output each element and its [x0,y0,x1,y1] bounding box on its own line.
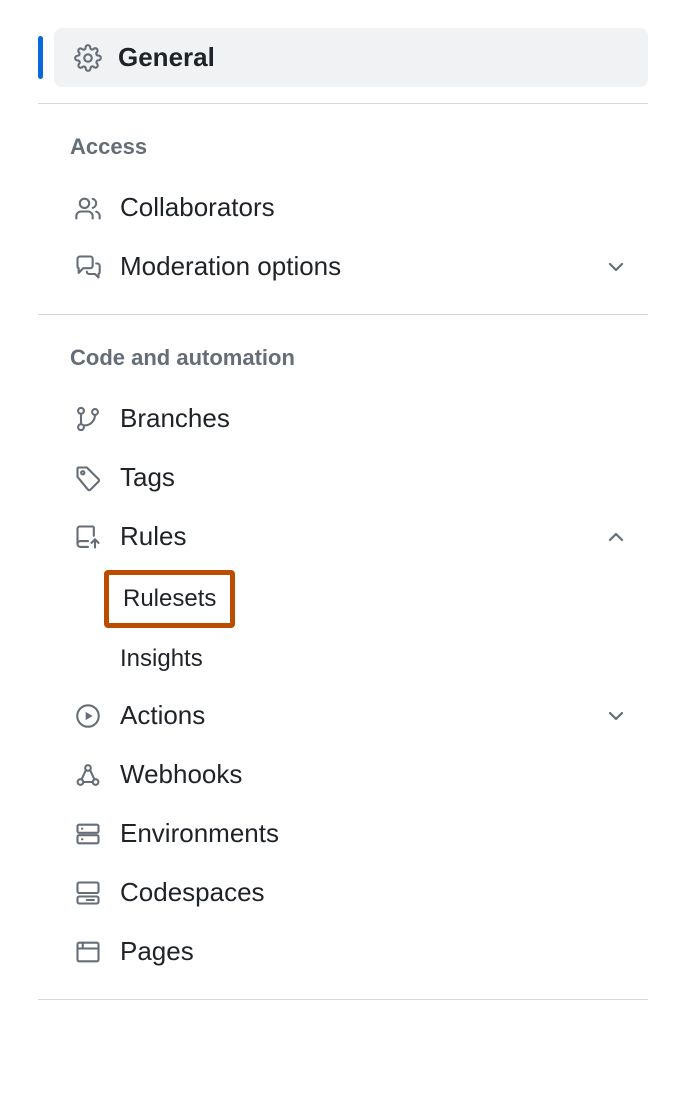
section-title-code: Code and automation [38,315,648,389]
sidebar-item-pages[interactable]: Pages [38,922,648,981]
rulesets-label: Rulesets [123,585,216,612]
people-icon [74,194,102,222]
sidebar-item-rules[interactable]: Rules [38,507,648,566]
tag-icon [74,464,102,492]
codespaces-label: Codespaces [120,877,628,908]
sidebar-item-actions[interactable]: Actions [38,686,648,745]
divider [38,999,648,1000]
gear-icon [74,44,102,72]
browser-icon [74,938,102,966]
chevron-up-icon [604,525,628,549]
actions-label: Actions [120,700,586,731]
rules-label: Rules [120,521,586,552]
server-icon [74,820,102,848]
branches-label: Branches [120,403,628,434]
sidebar-item-tags[interactable]: Tags [38,448,648,507]
sidebar-item-codespaces[interactable]: Codespaces [38,863,648,922]
tags-label: Tags [120,462,628,493]
repo-push-icon [74,523,102,551]
git-branch-icon [74,405,102,433]
sidebar-subitem-rulesets[interactable]: Rulesets [104,570,235,628]
sidebar-item-environments[interactable]: Environments [38,804,648,863]
environments-label: Environments [120,818,628,849]
active-indicator [38,36,43,79]
webhook-icon [74,761,102,789]
webhooks-label: Webhooks [120,759,628,790]
collaborators-label: Collaborators [120,192,628,223]
chevron-down-icon [604,255,628,279]
section-title-access: Access [38,104,648,178]
play-circle-icon [74,702,102,730]
sidebar-subitem-insights[interactable]: Insights [38,632,648,686]
comment-discussion-icon [74,253,102,281]
codespaces-icon [74,879,102,907]
sidebar-item-moderation[interactable]: Moderation options [38,237,648,296]
sidebar-item-webhooks[interactable]: Webhooks [38,745,648,804]
sidebar-item-branches[interactable]: Branches [38,389,648,448]
pages-label: Pages [120,936,628,967]
insights-label: Insights [120,645,203,672]
sidebar-item-general[interactable]: General [38,28,648,87]
moderation-label: Moderation options [120,251,586,282]
chevron-down-icon [604,704,628,728]
sidebar-item-collaborators[interactable]: Collaborators [38,178,648,237]
general-label: General [118,42,215,73]
